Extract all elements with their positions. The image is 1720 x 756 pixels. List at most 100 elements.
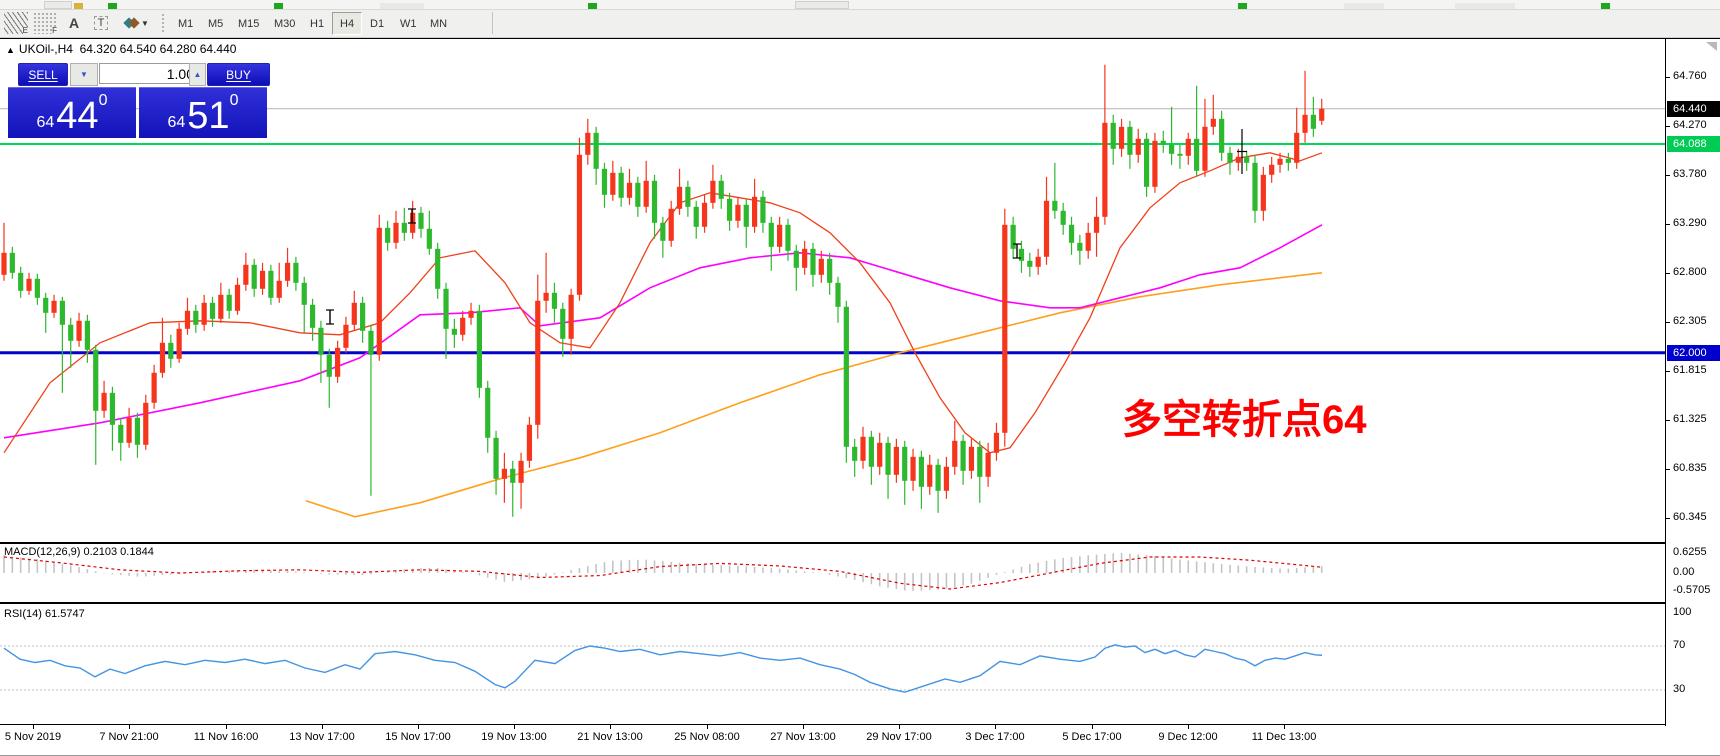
- tf-button-H1[interactable]: H1: [302, 12, 332, 35]
- price-badge: 62.000: [1667, 344, 1720, 361]
- collapse-triangle-icon[interactable]: ▲: [6, 45, 15, 55]
- price-tick: [1666, 322, 1670, 324]
- sell-price-sup: 0: [98, 92, 108, 109]
- candle-body: [943, 466, 950, 491]
- time-label: 7 Nov 21:00: [99, 731, 159, 743]
- time-tick: [514, 725, 515, 729]
- candle-body: [643, 180, 649, 207]
- time-label: 25 Nov 08:00: [674, 731, 740, 743]
- price-tick-label: 64.270: [1673, 118, 1707, 131]
- candle-body: [560, 308, 566, 339]
- crosshair-expert-icon[interactable]: E: [4, 12, 28, 35]
- candle-body: [1235, 156, 1241, 163]
- time-label: 15 Nov 17:00: [385, 731, 451, 743]
- candle-body: [34, 278, 40, 298]
- candle-body: [1177, 153, 1183, 156]
- tf-button-M15[interactable]: M15: [230, 12, 267, 35]
- candle-body: [726, 198, 733, 221]
- shapes-dropdown-icon[interactable]: ▼: [122, 12, 152, 34]
- price-tick-label: 60.345: [1673, 511, 1707, 524]
- candle-body: [1043, 200, 1050, 257]
- tf-button-M1[interactable]: M1: [170, 12, 201, 35]
- chart-toolbar: E F A T ▼ M1 M5 M15 M30 H1 H4 D1 W1 MN: [0, 10, 1720, 38]
- candle-body: [1219, 118, 1225, 153]
- candle-body: [960, 440, 966, 471]
- buy-price-display[interactable]: 64 51 0: [139, 87, 267, 138]
- lot-size-input[interactable]: [99, 63, 201, 84]
- toolbar-sliver: [0, 0, 1720, 10]
- candle-body: [510, 468, 516, 483]
- candle-body: [1269, 164, 1275, 175]
- candle-body: [927, 464, 933, 487]
- sell-button[interactable]: SELL: [18, 63, 68, 86]
- price-badge: 64.088: [1667, 136, 1720, 152]
- candle-body: [968, 446, 975, 471]
- lot-increase-button[interactable]: ▲: [189, 63, 206, 86]
- text-box-icon[interactable]: T: [90, 12, 112, 34]
- text-label-icon[interactable]: A: [64, 12, 84, 34]
- candle-body: [1052, 200, 1058, 211]
- candle-body: [1210, 118, 1216, 127]
- chart-annotation-text[interactable]: 多空转折点64: [1122, 387, 1367, 445]
- macd-pane[interactable]: [0, 544, 1665, 602]
- time-label: 11 Nov 16:00: [193, 731, 259, 743]
- scroll-end-marker-icon[interactable]: [1706, 42, 1717, 51]
- candle-body: [526, 424, 533, 461]
- time-label: 21 Nov 13:00: [577, 731, 643, 743]
- candle-body: [251, 264, 257, 289]
- rsi-pane[interactable]: [0, 604, 1665, 724]
- candle-body: [752, 196, 758, 227]
- candle-body: [793, 250, 799, 268]
- candle-body: [1194, 138, 1200, 171]
- candle-body: [1260, 174, 1266, 211]
- tf-button-MN[interactable]: MN: [422, 12, 455, 35]
- candle-body: [610, 172, 616, 195]
- candle-body: [218, 294, 224, 319]
- price-tick-label: 62.800: [1673, 265, 1707, 278]
- buy-price-big: 51: [187, 95, 230, 137]
- candle-body: [1, 252, 7, 275]
- time-tick: [610, 725, 611, 729]
- price-tick: [1666, 518, 1670, 520]
- tf-button-H4[interactable]: H4: [332, 12, 363, 35]
- lot-decrease-button[interactable]: ▼: [70, 63, 98, 86]
- candle-body: [1310, 114, 1316, 129]
- candle-body: [435, 248, 441, 289]
- time-label: 3 Dec 17:00: [965, 731, 1025, 743]
- tf-button-D1[interactable]: D1: [362, 12, 392, 35]
- price-tick: [1666, 76, 1670, 78]
- tf-button-W1[interactable]: W1: [392, 12, 425, 35]
- candle-body: [468, 310, 474, 318]
- candle-body: [585, 132, 591, 155]
- candle-body: [827, 258, 833, 283]
- rsi-line: [3, 644, 1323, 693]
- candle-body: [1068, 224, 1075, 243]
- tf-button-M5[interactable]: M5: [200, 12, 231, 35]
- candle-body: [1093, 216, 1100, 233]
- candle-body: [143, 402, 149, 445]
- candle-body: [309, 304, 316, 328]
- candle-body: [43, 297, 49, 313]
- candle-body: [193, 310, 199, 325]
- candle-body: [485, 387, 491, 438]
- macd-axis-label: 0.00: [1673, 566, 1695, 578]
- candle-body: [576, 154, 583, 295]
- candle-body: [743, 204, 749, 227]
- buy-button[interactable]: BUY: [207, 63, 270, 86]
- candle-body: [1227, 152, 1233, 163]
- candle-body: [1302, 114, 1308, 133]
- candle-body: [301, 282, 307, 305]
- macd-label: MACD(12,26,9) 0.2103 0.1844: [4, 546, 154, 558]
- toolbar-grip[interactable]: [162, 14, 169, 32]
- time-tick: [322, 725, 323, 729]
- candle-body: [401, 222, 407, 233]
- candle-body: [293, 262, 299, 283]
- grid-fibo-icon[interactable]: F: [33, 12, 57, 35]
- candle-body: [335, 347, 341, 377]
- sell-price-big: 44: [56, 95, 99, 137]
- candle-body: [1152, 140, 1158, 187]
- sell-price-display[interactable]: 64 44 0: [8, 87, 136, 138]
- tf-button-M30[interactable]: M30: [266, 12, 303, 35]
- candle-body: [518, 460, 524, 483]
- chart-window: ▲ UKOil-,H4 64.320 64.540 64.280 64.440 M…: [0, 38, 1720, 756]
